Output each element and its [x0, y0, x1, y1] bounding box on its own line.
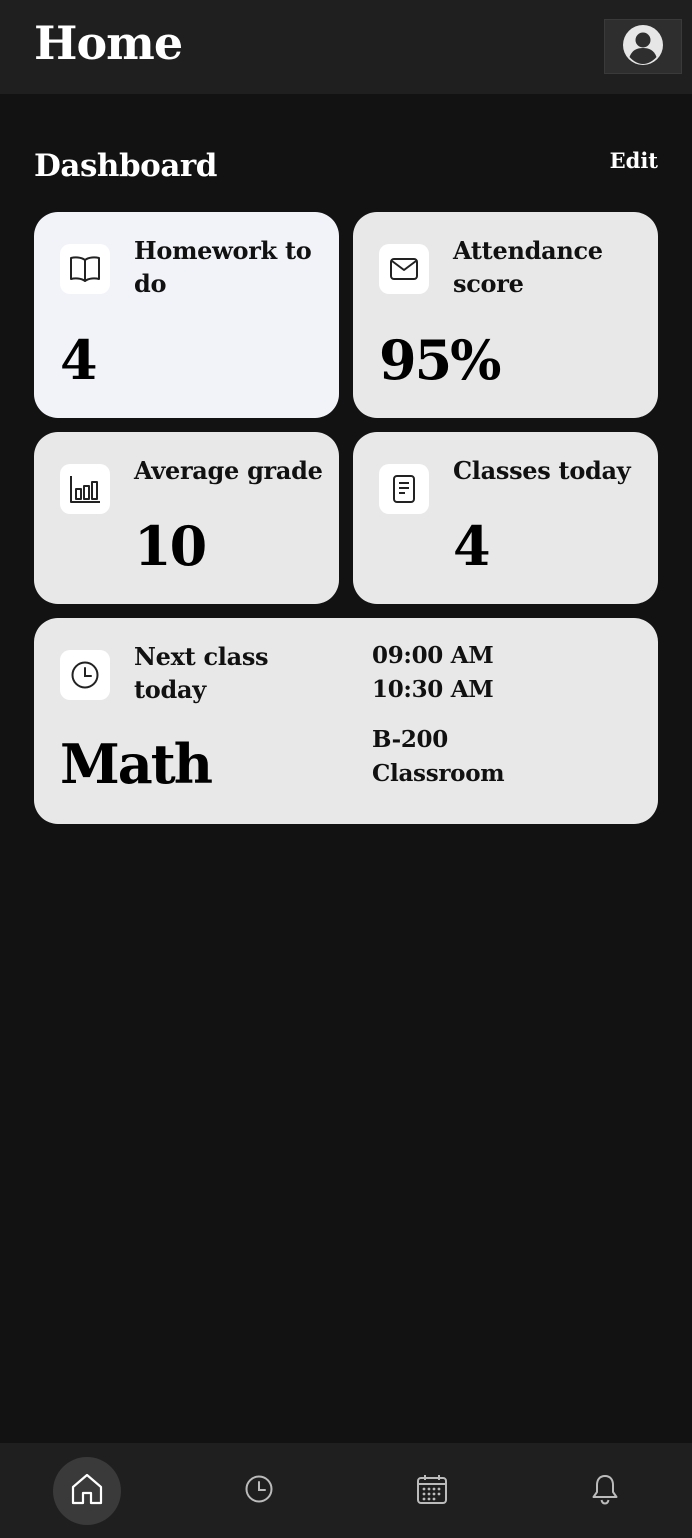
next-class-start-time: 09:00 AM: [372, 642, 494, 669]
document-icon: [379, 464, 429, 514]
homework-value: 4: [60, 328, 98, 392]
homework-label: Homework to do: [134, 236, 312, 298]
home-icon: [69, 1471, 105, 1511]
clock-icon: [60, 650, 110, 700]
attendance-label: Attendance score: [453, 236, 603, 298]
dashboard-title: Dashboard: [34, 148, 217, 184]
top-app-bar: Home: [0, 0, 692, 94]
next-class-end-time: 10:30 AM: [372, 676, 494, 703]
next-class-room-type: Classroom: [372, 760, 505, 787]
homework-card[interactable]: Homework to do 4: [34, 212, 339, 418]
classes-today-label: Classes today: [453, 456, 631, 485]
average-grade-card[interactable]: Average grade 10: [34, 432, 339, 604]
clock-icon: [244, 1474, 274, 1508]
next-class-subject: Math: [60, 732, 213, 796]
nav-calendar[interactable]: [398, 1457, 466, 1525]
classes-today-card[interactable]: Classes today 4: [353, 432, 658, 604]
next-class-label: Next class today: [134, 642, 269, 704]
edit-button[interactable]: Edit: [610, 148, 658, 173]
average-grade-label: Average grade: [134, 456, 323, 485]
nav-notifications[interactable]: [571, 1457, 639, 1525]
bell-icon: [590, 1473, 620, 1509]
nav-home[interactable]: [53, 1457, 121, 1525]
attendance-card[interactable]: Attendance score 95%: [353, 212, 658, 418]
bar-chart-icon: [60, 464, 110, 514]
page-title: Home: [34, 16, 183, 70]
mail-icon: [379, 244, 429, 294]
calendar-icon: [416, 1473, 448, 1509]
user-circle-icon: [622, 24, 664, 70]
next-class-room: B-200: [372, 726, 448, 753]
classes-today-value: 4: [453, 514, 491, 578]
attendance-value: 95%: [379, 328, 501, 392]
next-class-card[interactable]: Next class today Math 09:00 AM 10:30 AM …: [34, 618, 658, 824]
nav-history[interactable]: [225, 1457, 293, 1525]
bottom-navigation: [0, 1443, 692, 1538]
average-grade-value: 10: [134, 514, 207, 578]
book-icon: [60, 244, 110, 294]
profile-button[interactable]: [604, 19, 682, 74]
